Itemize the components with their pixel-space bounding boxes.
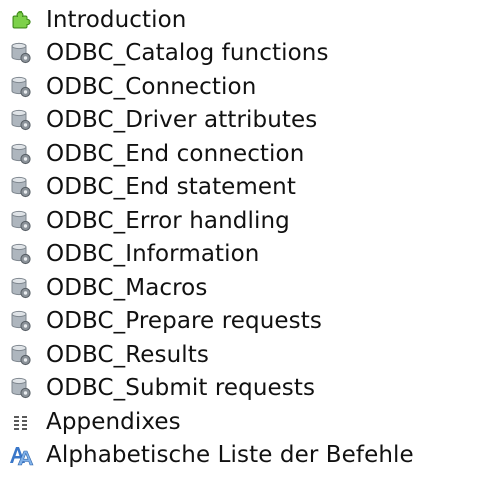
tree-item-label: ODBC_Prepare requests xyxy=(46,308,322,335)
tree-item-label: ODBC_Catalog functions xyxy=(46,40,329,67)
database-gear-icon xyxy=(6,141,36,167)
tree-item-odbc-macros[interactable]: ODBC_Macros xyxy=(0,271,490,305)
database-gear-icon xyxy=(6,241,36,267)
topic-tree: Introduction ODBC_Catalog functions ODBC… xyxy=(0,0,490,472)
database-gear-icon xyxy=(6,375,36,401)
tree-item-odbc-results[interactable]: ODBC_Results xyxy=(0,338,490,372)
database-gear-icon xyxy=(6,40,36,66)
tree-item-alphabetische-liste[interactable]: Alphabetische Liste der Befehle xyxy=(0,439,490,473)
tree-item-label: ODBC_Connection xyxy=(46,73,257,100)
tree-item-odbc-submit-requests[interactable]: ODBC_Submit requests xyxy=(0,372,490,406)
tree-item-label: ODBC_Results xyxy=(46,341,209,368)
tree-item-odbc-driver-attributes[interactable]: ODBC_Driver attributes xyxy=(0,104,490,138)
tree-item-label: Alphabetische Liste der Befehle xyxy=(46,442,414,469)
tree-item-label: ODBC_Error handling xyxy=(46,207,290,234)
tree-item-odbc-information[interactable]: ODBC_Information xyxy=(0,238,490,272)
tree-item-label: ODBC_Macros xyxy=(46,274,208,301)
tree-item-odbc-end-connection[interactable]: ODBC_End connection xyxy=(0,137,490,171)
tree-item-appendixes[interactable]: Appendixes xyxy=(0,405,490,439)
database-gear-icon xyxy=(6,74,36,100)
tree-item-label: ODBC_Submit requests xyxy=(46,375,316,402)
puzzle-icon xyxy=(6,7,36,33)
database-gear-icon xyxy=(6,174,36,200)
tree-item-label: ODBC_Driver attributes xyxy=(46,107,318,134)
tree-item-label: ODBC_End connection xyxy=(46,140,305,167)
tree-item-label: ODBC_End statement xyxy=(46,174,296,201)
tree-item-odbc-end-statement[interactable]: ODBC_End statement xyxy=(0,171,490,205)
database-gear-icon xyxy=(6,208,36,234)
tree-item-label: Appendixes xyxy=(46,408,181,435)
tree-item-odbc-error-handling[interactable]: ODBC_Error handling xyxy=(0,204,490,238)
tree-item-introduction[interactable]: Introduction xyxy=(0,3,490,37)
tree-item-odbc-catalog-functions[interactable]: ODBC_Catalog functions xyxy=(0,37,490,71)
database-gear-icon xyxy=(6,308,36,334)
alphabet-icon xyxy=(6,442,36,468)
list-columns-icon xyxy=(6,409,36,435)
database-gear-icon xyxy=(6,342,36,368)
tree-item-label: Introduction xyxy=(46,6,187,33)
database-gear-icon xyxy=(6,107,36,133)
tree-item-odbc-connection[interactable]: ODBC_Connection xyxy=(0,70,490,104)
database-gear-icon xyxy=(6,275,36,301)
tree-item-odbc-prepare-requests[interactable]: ODBC_Prepare requests xyxy=(0,305,490,339)
tree-item-label: ODBC_Information xyxy=(46,241,260,268)
